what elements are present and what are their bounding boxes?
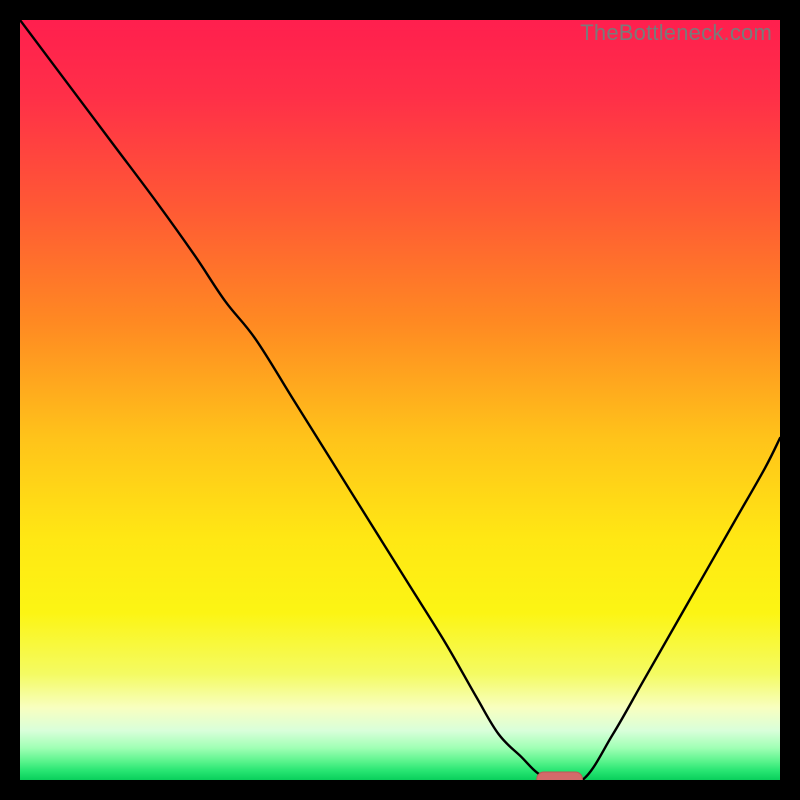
chart-frame: TheBottleneck.com [20, 20, 780, 780]
watermark-text: TheBottleneck.com [580, 20, 772, 46]
optimal-marker [537, 772, 583, 780]
gradient-background [20, 20, 780, 780]
bottleneck-chart [20, 20, 780, 780]
